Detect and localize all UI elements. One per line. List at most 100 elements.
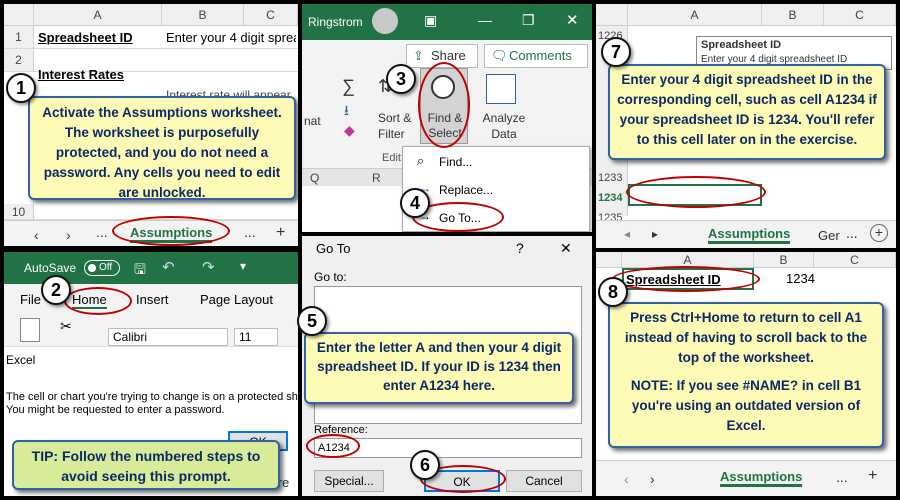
corner-cell[interactable] bbox=[596, 252, 622, 268]
dialog-message: The cell or chart you're trying to chang… bbox=[6, 391, 298, 417]
row-number[interactable]: 10 bbox=[4, 204, 34, 219]
menu-item-find[interactable]: Find... bbox=[439, 155, 472, 169]
column-header-r[interactable]: R bbox=[372, 171, 381, 185]
prev-sheet-icon[interactable]: ◂ bbox=[624, 227, 630, 241]
more-icon[interactable]: ... bbox=[244, 224, 256, 240]
corner-cell[interactable] bbox=[4, 4, 34, 26]
callout-enter-reference: Enter the letter A and then your 4 digit… bbox=[304, 332, 574, 404]
paste-icon[interactable] bbox=[20, 318, 40, 342]
comments-button[interactable]: 🗨 Comments bbox=[484, 44, 588, 68]
next-sheet-icon[interactable]: › bbox=[650, 471, 655, 487]
tooltip-title: Spreadsheet ID bbox=[701, 39, 782, 51]
restore-icon[interactable]: ❐ bbox=[522, 12, 535, 29]
ribbon-fragment: nat bbox=[304, 114, 321, 128]
close-button[interactable]: ✕ bbox=[560, 240, 572, 257]
more-icon[interactable]: ... bbox=[846, 225, 858, 241]
font-size-box[interactable]: 11 bbox=[234, 328, 278, 346]
column-header-c[interactable]: C bbox=[824, 4, 896, 26]
row-number-active[interactable]: 1234 bbox=[598, 192, 622, 204]
avatar[interactable] bbox=[372, 8, 398, 34]
user-name: Ringstrom bbox=[308, 15, 363, 29]
dialog-title: Go To bbox=[316, 241, 351, 256]
callout-ctrl-home: Press Ctrl+Home to return to cell A1 ins… bbox=[608, 302, 884, 448]
highlight-oval bbox=[64, 287, 132, 315]
add-sheet-button[interactable]: + bbox=[276, 224, 285, 242]
corner-cell[interactable] bbox=[596, 4, 628, 26]
special-button[interactable]: Special... bbox=[314, 470, 384, 492]
step-badge-8: 8 bbox=[598, 277, 628, 307]
close-icon[interactable]: ✕ bbox=[566, 11, 579, 29]
sort-filter-label[interactable]: Sort & Filter bbox=[378, 110, 414, 142]
font-name-box[interactable]: Calibri bbox=[108, 328, 228, 346]
callout-note-text: NOTE: If you see #NAME? in cell B1 you'r… bbox=[630, 378, 862, 433]
column-header-c[interactable]: C bbox=[814, 252, 896, 268]
cell-a3[interactable]: Interest Rates bbox=[38, 67, 124, 82]
share-icon: ⇪ bbox=[413, 48, 424, 63]
column-header-c[interactable]: C bbox=[244, 4, 298, 26]
title-bar: Ringstrom ▣ — ❐ ✕ bbox=[302, 4, 592, 40]
toggle-label: Off bbox=[99, 262, 113, 273]
editing-group-label: Edit bbox=[382, 152, 401, 164]
redo-icon[interactable]: ↷ bbox=[202, 258, 215, 276]
help-button[interactable]: ? bbox=[516, 240, 524, 256]
step-badge-4: 4 bbox=[400, 188, 430, 218]
autosave-label: AutoSave bbox=[24, 261, 77, 275]
cell-b1[interactable]: Enter your 4 digit spreadsheet bbox=[166, 30, 296, 45]
cell-b1[interactable]: 1234 bbox=[786, 271, 815, 286]
find-icon: ⌕ bbox=[417, 153, 425, 168]
customize-icon[interactable]: ▾ bbox=[240, 259, 246, 273]
comments-label: Comments bbox=[509, 48, 572, 63]
callout-enter-id-cell: Enter your 4 digit spreadsheet ID in the… bbox=[608, 64, 886, 160]
tab-page-layout[interactable]: Page Layout bbox=[200, 292, 273, 307]
autosum-icon[interactable]: ∑ bbox=[342, 76, 355, 97]
dialog-message-text: The cell or chart you're trying to chang… bbox=[6, 391, 298, 416]
cut-icon[interactable]: ✂ bbox=[60, 318, 72, 335]
menu-item-replace[interactable]: Replace... bbox=[439, 183, 493, 197]
more-icon[interactable]: ... bbox=[836, 469, 848, 485]
column-header-b[interactable]: B bbox=[754, 252, 814, 268]
tab-insert[interactable]: Insert bbox=[136, 292, 169, 307]
sheet-tab-assumptions[interactable]: Assumptions bbox=[708, 226, 791, 244]
add-sheet-button[interactable]: + bbox=[870, 224, 888, 242]
prev-sheet-icon[interactable]: ‹ bbox=[34, 227, 39, 243]
column-header-b[interactable]: B bbox=[762, 4, 824, 26]
next-sheet-icon[interactable]: ▸ bbox=[652, 227, 658, 241]
step-badge-1: 1 bbox=[6, 73, 36, 103]
more-sheets-icon[interactable]: ... bbox=[96, 224, 108, 240]
save-icon[interactable]: 🖫 bbox=[134, 259, 146, 283]
table-row: 1 Spreadsheet ID Enter your 4 digit spre… bbox=[4, 26, 298, 49]
sheet-tab-bar: ◂ ▸ Assumptions Ger ... + bbox=[596, 220, 896, 248]
sheet-tab-ger[interactable]: Ger bbox=[818, 228, 840, 243]
autosave-toggle[interactable]: Off bbox=[84, 260, 120, 276]
column-header-q[interactable]: Q bbox=[310, 171, 319, 185]
sheet-tab-assumptions[interactable]: Assumptions bbox=[720, 469, 803, 487]
add-sheet-button[interactable]: + bbox=[868, 467, 877, 485]
step-badge-2: 2 bbox=[41, 275, 71, 305]
fill-icon[interactable]: ⭳ bbox=[344, 100, 349, 124]
clear-icon[interactable]: ◆ bbox=[344, 122, 355, 139]
prev-sheet-icon[interactable]: ‹ bbox=[624, 471, 629, 487]
highlight-oval bbox=[626, 176, 766, 208]
row-number[interactable]: 1 bbox=[4, 26, 34, 48]
tip-callout: TIP: Follow the numbered steps to avoid … bbox=[12, 440, 280, 490]
minimize-icon[interactable]: — bbox=[478, 12, 492, 28]
analyze-data-label[interactable]: Analyze Data bbox=[482, 110, 526, 142]
highlight-oval bbox=[112, 216, 230, 246]
column-header-a[interactable]: A bbox=[628, 4, 762, 26]
sheet-tab-bar: ‹ › Assumptions ... + bbox=[596, 460, 896, 496]
next-sheet-icon[interactable]: › bbox=[66, 227, 71, 243]
highlight-oval bbox=[418, 62, 470, 148]
step-badge-7: 7 bbox=[601, 37, 631, 67]
undo-icon[interactable]: ↶ bbox=[162, 258, 175, 276]
tab-file[interactable]: File bbox=[20, 292, 41, 307]
step-badge-3: 3 bbox=[386, 64, 416, 94]
goto-label: Go to: bbox=[314, 270, 347, 284]
analyze-data-icon[interactable] bbox=[486, 74, 516, 104]
ribbon-display-icon[interactable]: ▣ bbox=[424, 12, 437, 29]
column-header-b[interactable]: B bbox=[162, 4, 244, 26]
column-header-a[interactable]: A bbox=[34, 4, 162, 26]
row-number[interactable]: 1233 bbox=[598, 172, 622, 184]
callout-ctrl-home-text: Press Ctrl+Home to return to cell A1 ins… bbox=[624, 310, 868, 365]
cell-a1[interactable]: Spreadsheet ID bbox=[38, 30, 133, 45]
cancel-button[interactable]: Cancel bbox=[506, 470, 582, 492]
